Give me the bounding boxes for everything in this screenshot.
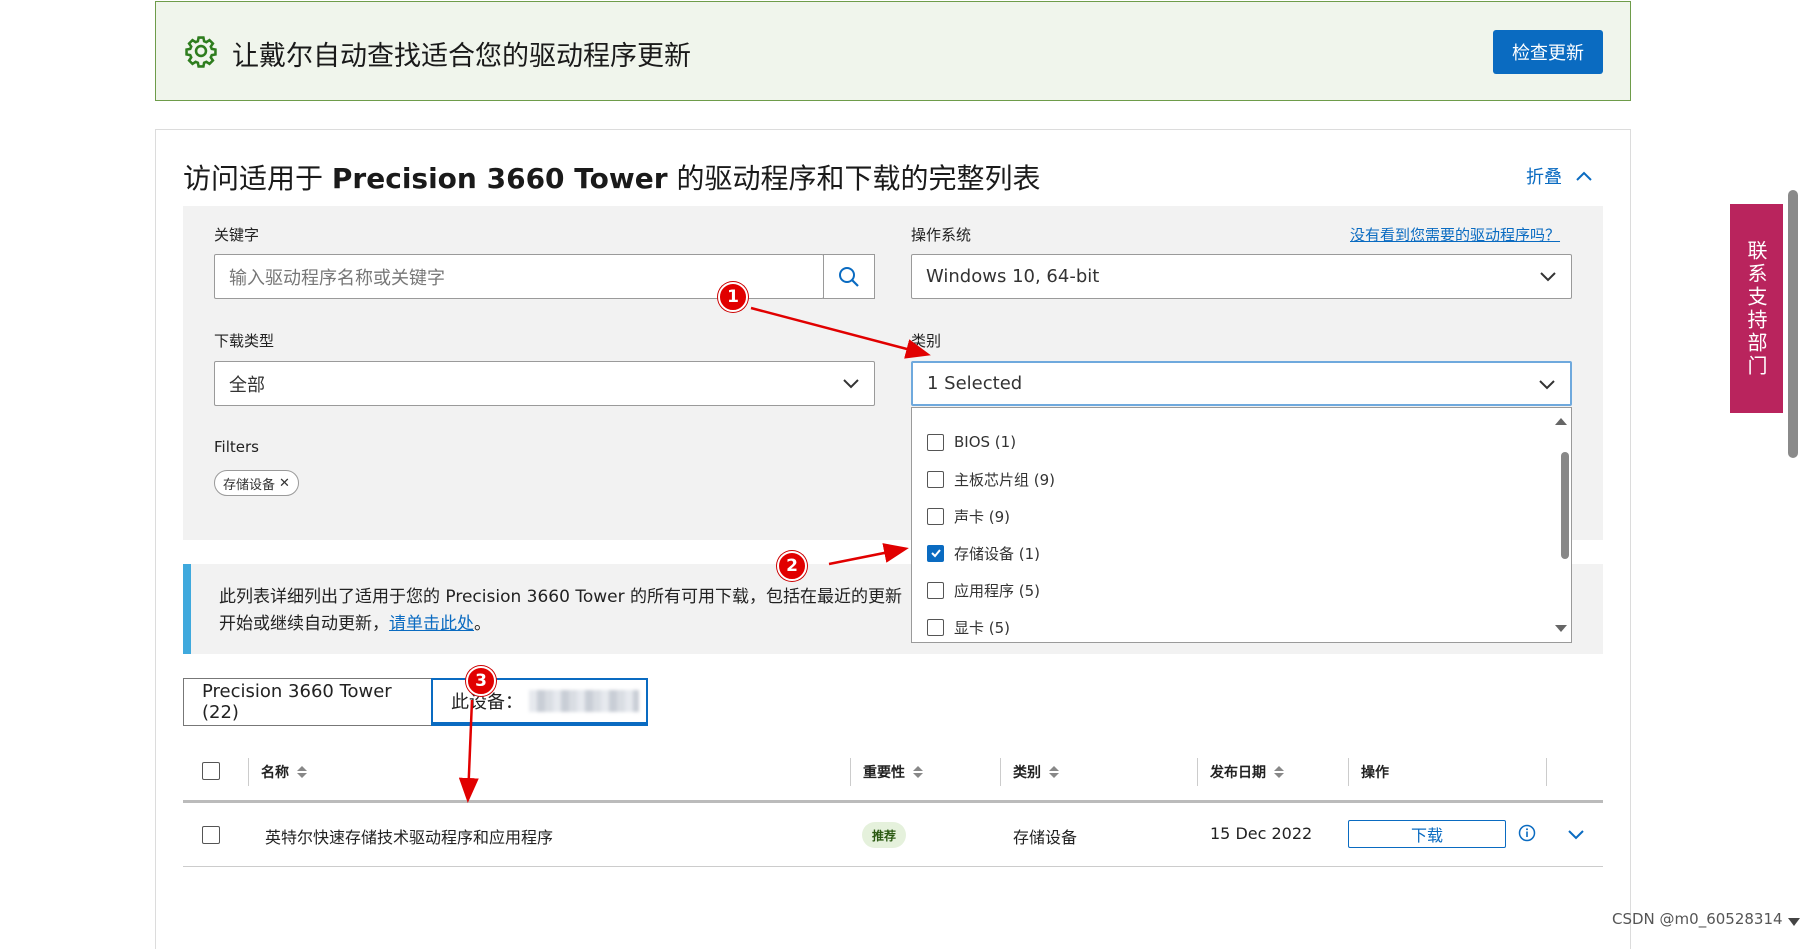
info-line1: 此列表详细列出了适用于您的 Precision 3660 Tower 的所有可用… <box>219 587 902 607</box>
column-divider <box>1546 758 1547 786</box>
dropdown-scrollbar[interactable] <box>1561 452 1569 559</box>
click-here-link[interactable]: 请单击此处 <box>389 614 474 634</box>
checkbox-icon[interactable] <box>927 433 944 451</box>
category-option-label: 主板芯片组 (9) <box>954 470 1056 489</box>
category-option[interactable]: 存储设备 (1) <box>927 542 1040 564</box>
category-option-label: BIOS (1) <box>954 433 1017 451</box>
table-row-divider <box>183 866 1603 867</box>
category-option-label: 显卡 (5) <box>954 618 1011 637</box>
contact-support-tab[interactable]: 联系支持部门 <box>1730 204 1783 413</box>
checkbox-checked-icon[interactable] <box>927 544 944 562</box>
collapse-toggle[interactable]: 折叠 <box>1526 163 1592 189</box>
category-select[interactable]: 1 Selected <box>911 361 1572 406</box>
chevron-down-icon <box>843 379 859 389</box>
info-line2-prefix: 开始或继续自动更新， <box>219 614 389 634</box>
sort-icon <box>1049 766 1059 778</box>
download-button[interactable]: 下载 <box>1348 820 1506 848</box>
category-option[interactable]: 声卡 (9) <box>927 505 1010 527</box>
checkbox-icon[interactable] <box>927 470 944 488</box>
category-option[interactable]: 应用程序 (5) <box>927 579 1040 601</box>
keyword-placeholder: 输入驱动程序名称或关键字 <box>229 267 445 289</box>
category-label: 类别 <box>911 332 942 350</box>
expand-row-icon[interactable] <box>1567 829 1585 841</box>
chevron-down-icon <box>1540 272 1556 282</box>
row-category: 存储设备 <box>1013 828 1078 847</box>
download-type-select[interactable]: 全部 <box>214 361 875 406</box>
header-category[interactable]: 类别 <box>1013 762 1059 782</box>
header-importance[interactable]: 重要性 <box>863 762 923 782</box>
sort-icon <box>1274 766 1284 778</box>
category-option-label: 声卡 (9) <box>954 507 1011 526</box>
sort-icon <box>913 766 923 778</box>
gear-icon <box>185 36 217 68</box>
search-button[interactable] <box>823 254 875 299</box>
row-checkbox[interactable] <box>202 826 220 844</box>
tab-model[interactable]: Precision 3660 Tower (22) <box>183 678 431 726</box>
scroll-down-arrow[interactable] <box>1555 625 1567 632</box>
missing-driver-link[interactable]: 没有看到您需要的驱动程序吗？ <box>1350 224 1560 245</box>
checkbox-icon[interactable] <box>927 618 944 636</box>
check-updates-button[interactable]: 检查更新 <box>1493 30 1603 74</box>
category-value: 1 Selected <box>927 373 1023 394</box>
scroll-down-arrow[interactable] <box>1788 918 1800 926</box>
table-header-divider <box>183 800 1603 803</box>
auto-update-banner: 让戴尔自动查找适合您的驱动程序更新 检查更新 <box>155 1 1631 101</box>
select-all-checkbox[interactable] <box>202 762 220 780</box>
header-action: 操作 <box>1361 765 1389 781</box>
os-select[interactable]: Windows 10, 64-bit <box>911 254 1572 299</box>
chevron-down-icon <box>1539 380 1555 390</box>
collapse-label: 折叠 <box>1526 167 1562 188</box>
scroll-up-arrow[interactable] <box>1555 418 1567 425</box>
category-option[interactable]: 主板芯片组 (9) <box>927 468 1055 490</box>
category-option[interactable]: BIOS (1) <box>927 431 1016 453</box>
checkbox-icon[interactable] <box>927 507 944 525</box>
column-divider <box>248 758 249 786</box>
checkbox-icon[interactable] <box>927 581 944 599</box>
column-divider <box>1000 758 1001 786</box>
info-line2-suffix: 。 <box>474 614 491 634</box>
close-icon[interactable]: ✕ <box>279 476 290 491</box>
category-option-label: 应用程序 (5) <box>954 581 1041 600</box>
banner-title: 让戴尔自动查找适合您的驱动程序更新 <box>232 41 691 72</box>
header-release-date[interactable]: 发布日期 <box>1210 762 1284 782</box>
category-dropdown[interactable]: BIOS (1) 主板芯片组 (9) 声卡 (9) 存储设备 (1) 应用程序 (5) 显… <box>911 407 1572 643</box>
keyword-label: 关键字 <box>214 226 260 244</box>
annotation-marker-1: 1 <box>718 282 748 312</box>
watermark: CSDN @m0_60528314 <box>1612 910 1783 928</box>
filter-chip-label: 存储设备 <box>223 477 276 493</box>
importance-badge: 推荐 <box>862 822 907 848</box>
tab-this-device[interactable]: 此设备： <box>431 678 648 726</box>
download-type-label: 下载类型 <box>214 332 275 350</box>
page-scrollbar[interactable] <box>1788 190 1798 458</box>
filters-label: Filters <box>214 438 259 456</box>
search-icon <box>839 266 859 287</box>
annotation-marker-3: 3 <box>466 666 496 696</box>
sort-icon <box>297 766 307 778</box>
column-divider <box>850 758 851 786</box>
download-type-value: 全部 <box>229 374 265 396</box>
os-label: 操作系统 <box>911 226 972 244</box>
tab-model-label: Precision 3660 Tower (22) <box>202 681 392 723</box>
category-option[interactable]: 显卡 (5) <box>927 616 1010 638</box>
row-name[interactable]: 英特尔快速存储技术驱动程序和应用程序 <box>265 824 553 848</box>
column-divider <box>1348 758 1349 786</box>
info-icon[interactable] <box>1518 824 1536 842</box>
filter-chip[interactable]: 存储设备 ✕ <box>214 470 299 496</box>
page-title: 访问适用于 Precision 3660 Tower 的驱动程序和下载的完整列表 <box>183 162 1041 195</box>
column-divider <box>1197 758 1198 786</box>
category-option-label: 存储设备 (1) <box>954 544 1041 563</box>
redacted-device-name <box>529 690 639 712</box>
info-text: 此列表详细列出了适用于您的 Precision 3660 Tower 的所有可用… <box>219 584 919 638</box>
os-value: Windows 10, 64-bit <box>926 266 1100 287</box>
chevron-up-icon <box>1576 171 1592 181</box>
row-date: 15 Dec 2022 <box>1210 824 1313 843</box>
header-name[interactable]: 名称 <box>261 762 307 782</box>
annotation-marker-2: 2 <box>777 551 807 581</box>
